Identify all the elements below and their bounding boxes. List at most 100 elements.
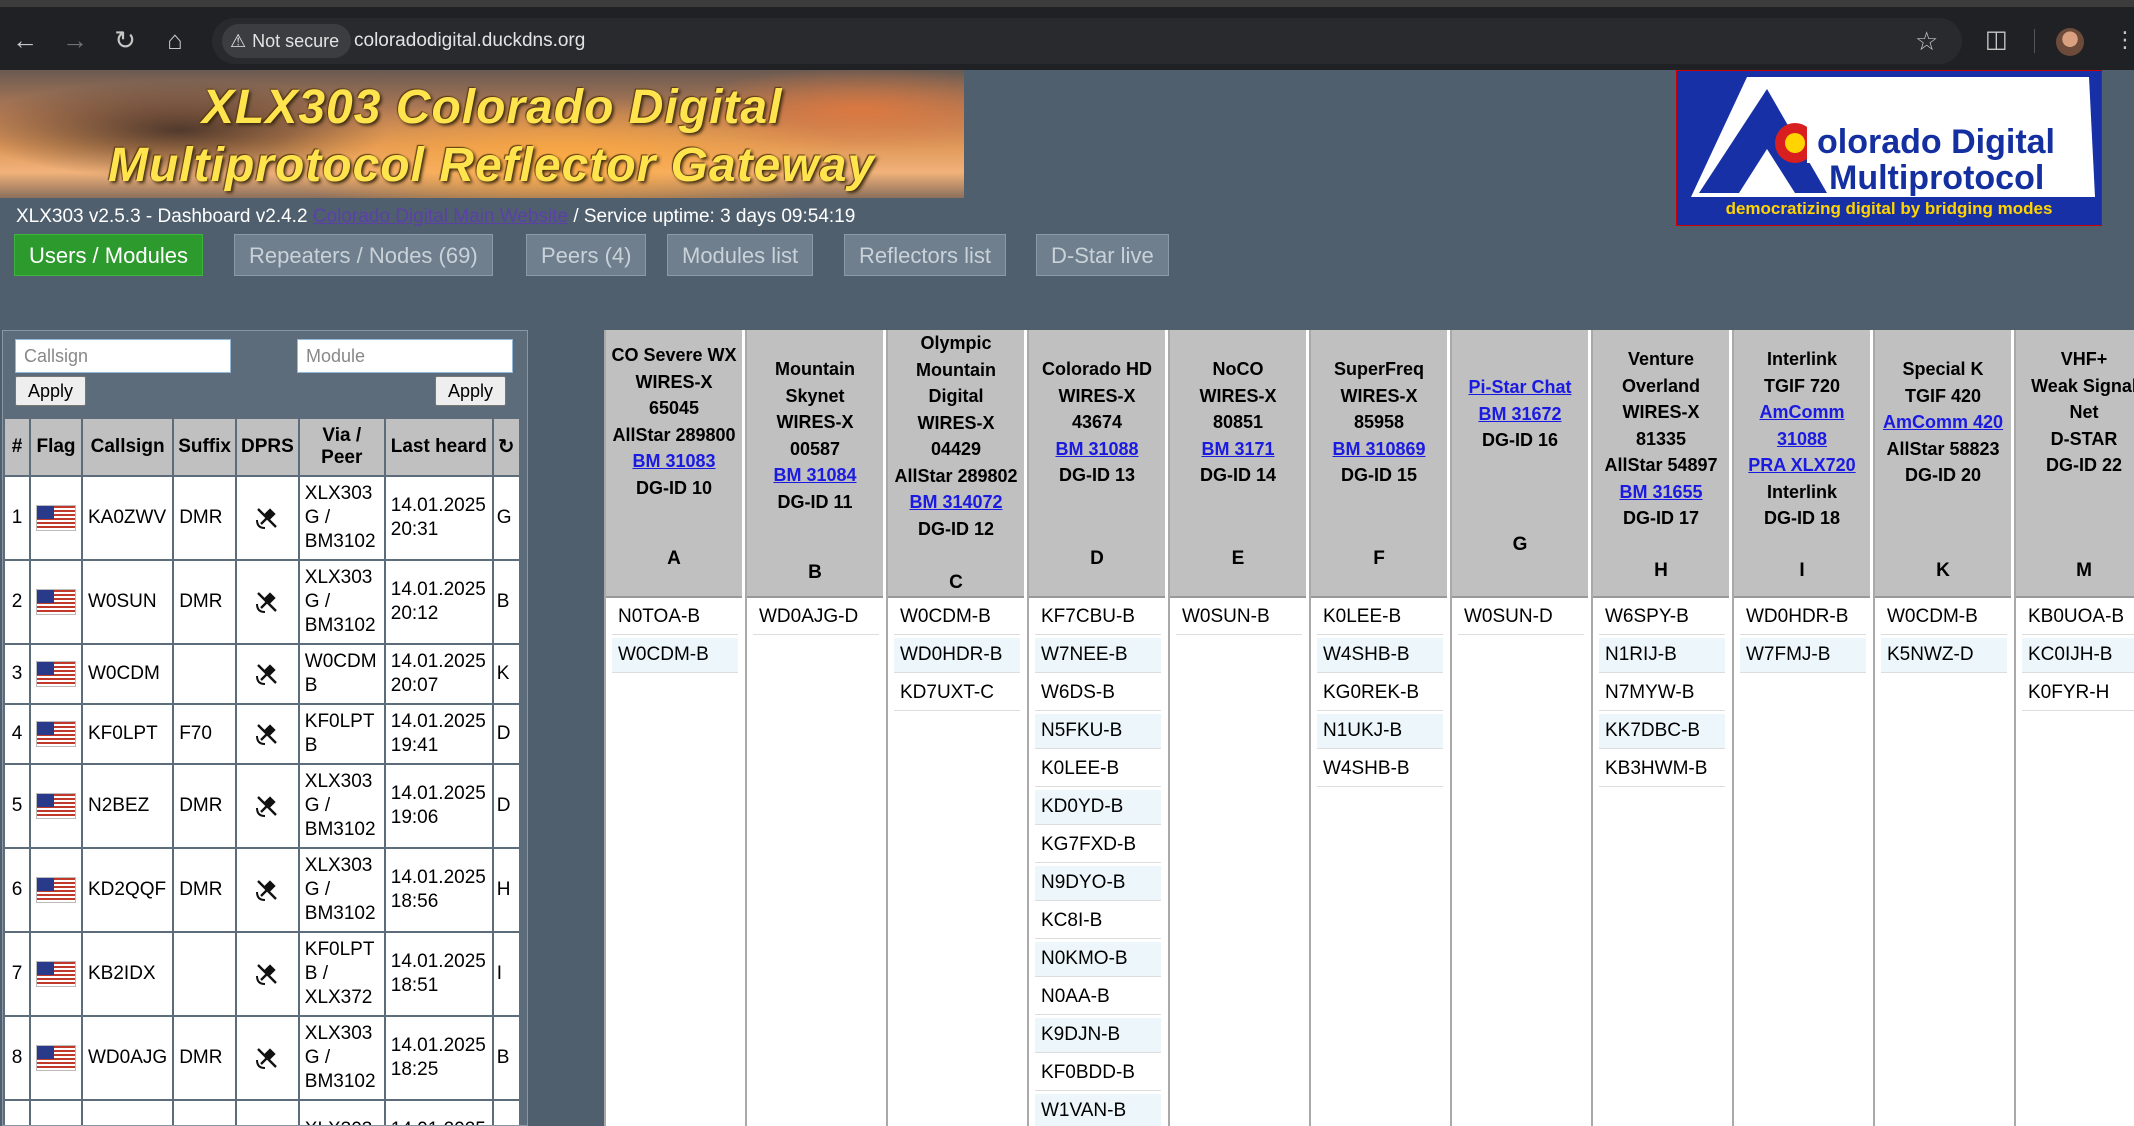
- profile-avatar[interactable]: [2056, 28, 2084, 56]
- colorado-digital-logo[interactable]: olorado Digital Multiprotocol democratiz…: [1676, 70, 2102, 226]
- station-item[interactable]: N1UKJ-B: [1317, 714, 1443, 749]
- station-item[interactable]: W6SPY-B: [1599, 600, 1725, 635]
- station-item[interactable]: W6DS-B: [1035, 676, 1161, 711]
- address-bar[interactable]: ⚠ Not secure coloradodigital.duckdns.org …: [212, 18, 1962, 64]
- station-item[interactable]: W0SUN-B: [1176, 600, 1302, 635]
- satellite-icon[interactable]: [253, 588, 281, 616]
- station-item[interactable]: N7MYW-B: [1599, 676, 1725, 711]
- tab-modules-list[interactable]: Modules list: [667, 234, 814, 276]
- dprs-cell[interactable]: [234, 703, 300, 765]
- station-item[interactable]: W0SUN-D: [1458, 600, 1584, 635]
- callsign-cell[interactable]: WD0AJG: [80, 1015, 175, 1101]
- satellite-icon[interactable]: [253, 660, 281, 688]
- station-item[interactable]: W0CDM-B: [1881, 600, 2007, 635]
- url-text[interactable]: coloradodigital.duckdns.org: [354, 18, 585, 64]
- satellite-icon[interactable]: [253, 792, 281, 820]
- station-item[interactable]: W0CDM-B: [894, 600, 1020, 635]
- station-item[interactable]: W0CDM-B: [612, 638, 738, 673]
- callsign-cell[interactable]: KA0ZWV: [80, 475, 175, 561]
- tab-reflectors-list[interactable]: Reflectors list: [844, 234, 1007, 276]
- station-item[interactable]: KC0IJH-B: [2022, 638, 2134, 673]
- dprs-cell[interactable]: [234, 559, 300, 645]
- callsign-cell[interactable]: KF0LPT: [80, 703, 175, 765]
- station-item[interactable]: KC8I-B: [1035, 904, 1161, 939]
- station-item[interactable]: K0LEE-B: [1317, 600, 1443, 635]
- module-link[interactable]: AmComm: [1734, 399, 1870, 426]
- station-item[interactable]: W7FMJ-B: [1740, 638, 1866, 673]
- station-item[interactable]: W4SHB-B: [1317, 752, 1443, 787]
- callsign-cell[interactable]: KD2QQF: [80, 847, 175, 933]
- module-filter-input[interactable]: Module: [297, 339, 513, 373]
- module-link[interactable]: BM 31083: [606, 448, 742, 475]
- satellite-icon[interactable]: [253, 1044, 281, 1072]
- station-item[interactable]: KK7DBC-B: [1599, 714, 1725, 749]
- security-chip[interactable]: ⚠ Not secure: [222, 24, 352, 58]
- station-item[interactable]: N9DYO-B: [1035, 866, 1161, 901]
- station-item[interactable]: KG0REK-B: [1317, 676, 1443, 711]
- dprs-cell[interactable]: [234, 847, 300, 933]
- station-item[interactable]: W7NEE-B: [1035, 638, 1161, 673]
- station-item[interactable]: KG7FXD-B: [1035, 828, 1161, 863]
- station-item[interactable]: WD0HDR-B: [1740, 600, 1866, 635]
- station-item[interactable]: K5NWZ-D: [1881, 638, 2007, 673]
- dprs-cell[interactable]: [234, 1015, 300, 1101]
- station-item[interactable]: W4SHB-B: [1317, 638, 1443, 673]
- station-item[interactable]: WD0AJG-D: [753, 600, 879, 635]
- star-icon[interactable]: ☆: [1915, 22, 1938, 60]
- menu-icon[interactable]: ⋮: [2114, 21, 2134, 59]
- satellite-icon[interactable]: [253, 876, 281, 904]
- back-icon[interactable]: ←: [6, 21, 44, 59]
- station-item[interactable]: WD0HDR-B: [894, 638, 1020, 673]
- station-item[interactable]: KF0BDD-B: [1035, 1056, 1161, 1091]
- station-item[interactable]: KB3HWM-B: [1599, 752, 1725, 787]
- module-apply-button[interactable]: Apply: [435, 376, 507, 406]
- station-item[interactable]: KD7UXT-C: [894, 676, 1020, 711]
- dprs-cell[interactable]: [234, 763, 300, 849]
- module-link[interactable]: AmComm 420: [1875, 409, 2011, 436]
- module-link[interactable]: BM 310869: [1311, 436, 1447, 463]
- module-link[interactable]: PRA XLX720: [1734, 452, 1870, 479]
- station-item[interactable]: W1VAN-B: [1035, 1094, 1161, 1126]
- module-link[interactable]: Pi-Star Chat: [1452, 374, 1588, 401]
- callsign-cell[interactable]: W0CDM: [80, 643, 175, 705]
- dprs-cell[interactable]: [234, 1099, 300, 1125]
- station-item[interactable]: KD0YD-B: [1035, 790, 1161, 825]
- refresh-icon[interactable]: ↻: [498, 436, 515, 458]
- station-item[interactable]: N1RIJ-B: [1599, 638, 1725, 673]
- callsign-apply-button[interactable]: Apply: [15, 376, 87, 406]
- satellite-icon[interactable]: [253, 504, 281, 532]
- tab-dstar-live[interactable]: D-Star live: [1036, 234, 1169, 276]
- callsign-filter-input[interactable]: Callsign: [15, 339, 231, 373]
- tab-peers[interactable]: Peers (4): [526, 234, 647, 276]
- module-link[interactable]: BM 31655: [1593, 479, 1729, 506]
- dprs-cell[interactable]: [234, 643, 300, 705]
- station-item[interactable]: N0AA-B: [1035, 980, 1161, 1015]
- module-link[interactable]: 31088: [1734, 426, 1870, 453]
- callsign-cell[interactable]: N2BEZ: [80, 763, 175, 849]
- home-icon[interactable]: ⌂: [156, 21, 194, 59]
- module-link[interactable]: BM 3171: [1170, 436, 1306, 463]
- station-item[interactable]: K0LEE-B: [1035, 752, 1161, 787]
- extensions-icon[interactable]: ◫: [1985, 21, 2008, 59]
- station-item[interactable]: N0KMO-B: [1035, 942, 1161, 977]
- satellite-icon[interactable]: [253, 960, 281, 988]
- module-link[interactable]: BM 31088: [1029, 436, 1165, 463]
- station-item[interactable]: K0FYR-H: [2022, 676, 2134, 711]
- dprs-cell[interactable]: [234, 475, 300, 561]
- station-item[interactable]: KB0UOA-B: [2022, 600, 2134, 635]
- tab-users-modules[interactable]: Users / Modules: [14, 234, 203, 276]
- station-item[interactable]: K9DJN-B: [1035, 1018, 1161, 1053]
- tab-repeaters-nodes[interactable]: Repeaters / Nodes (69): [234, 234, 493, 276]
- callsign-cell[interactable]: KB2IDX: [80, 931, 175, 1017]
- station-item[interactable]: KF7CBU-B: [1035, 600, 1161, 635]
- reload-icon[interactable]: ↻: [106, 21, 144, 59]
- main-website-link[interactable]: Colorado Digital Main Website: [313, 206, 568, 227]
- dprs-cell[interactable]: [234, 931, 300, 1017]
- station-item[interactable]: N0TOA-B: [612, 600, 738, 635]
- station-item[interactable]: N5FKU-B: [1035, 714, 1161, 749]
- module-link[interactable]: BM 31084: [747, 462, 883, 489]
- satellite-icon[interactable]: [253, 720, 281, 748]
- forward-icon[interactable]: →: [56, 21, 94, 59]
- module-link[interactable]: BM 314072: [888, 489, 1024, 516]
- callsign-cell[interactable]: W0SUN: [80, 559, 175, 645]
